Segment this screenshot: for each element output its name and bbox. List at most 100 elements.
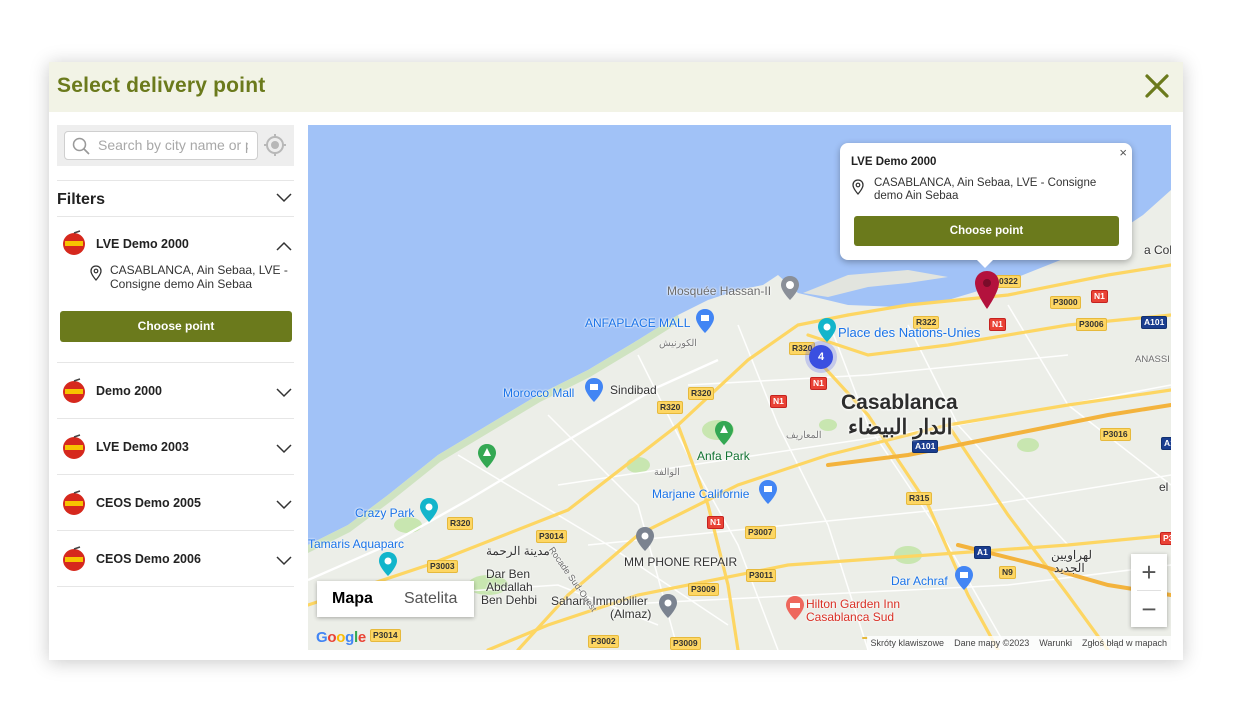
place-label: el bbox=[1159, 480, 1169, 494]
road-shield: A101 bbox=[1141, 316, 1168, 329]
point-address: CASABLANCA, Ain Sebaa, LVE - Consigne de… bbox=[110, 263, 288, 291]
place-label[interactable]: (Almaz) bbox=[610, 607, 651, 621]
point-item[interactable]: LVE Demo 2000 CASABLANCA, Ain Sebaa, LVE… bbox=[57, 217, 294, 363]
search-input[interactable] bbox=[98, 135, 248, 155]
place-marker-icon[interactable] bbox=[635, 527, 655, 551]
point-name: LVE Demo 2003 bbox=[96, 440, 189, 454]
place-label[interactable]: Hilton Garden Inn bbox=[806, 597, 900, 611]
place-label[interactable]: Morocco Mall bbox=[503, 386, 574, 400]
brand-logo-icon bbox=[63, 378, 85, 403]
chevron-up-icon[interactable] bbox=[276, 241, 292, 251]
keyboard-shortcuts-link[interactable]: Skróty klawiszowe bbox=[871, 636, 945, 650]
camera-marker-icon[interactable] bbox=[817, 318, 837, 342]
place-label[interactable]: Sindibad bbox=[610, 383, 657, 397]
place-label: Abdallah bbox=[486, 580, 533, 594]
point-item[interactable]: CEOS Demo 2005 bbox=[57, 475, 294, 531]
place-label[interactable]: Marjane Californie bbox=[652, 487, 749, 501]
point-item[interactable]: LVE Demo 2003 bbox=[57, 419, 294, 475]
sidebar: Filters LVE Demo 2000 CASABLANCA, Ain Se… bbox=[57, 125, 294, 660]
report-error-link[interactable]: Zgłoś błąd w mapach bbox=[1082, 636, 1167, 650]
city-label-arabic: الدار البيضاء bbox=[848, 416, 953, 439]
place-label[interactable]: Anfa Park bbox=[697, 449, 750, 463]
point-name: Demo 2000 bbox=[96, 384, 163, 398]
filters-toggle[interactable]: Filters bbox=[57, 180, 294, 217]
map-attribution: Skróty klawiszowe Dane mapy ©2023 Warunk… bbox=[866, 636, 1171, 650]
modal-title: Select delivery point bbox=[57, 74, 266, 97]
zoom-in-button[interactable]: + bbox=[1131, 554, 1167, 590]
road-shield: N1 bbox=[707, 516, 724, 529]
google-logo: Google bbox=[316, 629, 366, 646]
map-type-satellite-button[interactable]: Satelita bbox=[404, 581, 457, 617]
point-item[interactable]: CEOS Demo 2006 bbox=[57, 531, 294, 587]
amusement-marker-icon[interactable] bbox=[378, 552, 398, 576]
place-label[interactable]: Casablanca Sud bbox=[806, 610, 894, 624]
place-label: Ben Dehbi bbox=[481, 593, 538, 607]
chevron-down-icon bbox=[276, 444, 292, 454]
place-label-arabic: الوالفة bbox=[654, 467, 680, 478]
place-label[interactable]: Mosquée Hassan-II bbox=[667, 284, 771, 298]
zoom-out-button[interactable]: − bbox=[1131, 591, 1167, 627]
place-label[interactable]: MM PHONE REPAIR bbox=[624, 555, 737, 569]
shopping-marker-icon[interactable] bbox=[954, 566, 974, 590]
close-icon[interactable] bbox=[1143, 72, 1171, 100]
road-shield: N1 bbox=[989, 318, 1006, 331]
park-marker-icon[interactable] bbox=[477, 444, 497, 468]
road-shield: P3016 bbox=[1100, 428, 1131, 441]
shopping-marker-icon[interactable] bbox=[584, 378, 604, 402]
chevron-down-icon bbox=[276, 500, 292, 510]
place-label: Dar Ben bbox=[486, 567, 531, 581]
map-view[interactable]: 0322 P3000 R322 N1 N1 P3006 A101 R320 N1… bbox=[308, 125, 1171, 650]
popup-close-icon[interactable]: × bbox=[1119, 145, 1127, 160]
place-label[interactable]: Place des Nations-Unies bbox=[838, 325, 980, 340]
place-label-arabic: مدينة الرحمة bbox=[486, 544, 550, 558]
popup-address: CASABLANCA, Ain Sebaa, LVE - Consigne de… bbox=[874, 177, 1097, 202]
place-label[interactable]: Tamaris Aquaparc bbox=[308, 537, 404, 551]
place-label: ANASSI bbox=[1135, 354, 1170, 365]
city-label: Casablanca bbox=[841, 391, 958, 414]
place-label[interactable]: Saham Immobilier bbox=[551, 594, 648, 608]
search-bar bbox=[57, 125, 294, 166]
park-marker-icon[interactable] bbox=[714, 421, 734, 445]
amusement-marker-icon[interactable] bbox=[419, 498, 439, 522]
place-label-arabic: الكورنيش bbox=[659, 338, 697, 349]
cluster-count[interactable]: 4 bbox=[804, 351, 838, 363]
road-shield: A1 bbox=[974, 546, 991, 559]
brand-logo-icon bbox=[63, 230, 85, 255]
brand-logo-icon bbox=[63, 546, 85, 571]
chevron-down-icon bbox=[276, 556, 292, 566]
place-label[interactable]: ANFAPLACE MALL bbox=[585, 316, 690, 330]
shopping-marker-icon[interactable] bbox=[695, 309, 715, 333]
location-pin-icon bbox=[852, 179, 864, 195]
road-shield: A101 bbox=[912, 440, 939, 453]
choose-point-button[interactable]: Choose point bbox=[60, 311, 292, 342]
popup-choose-point-button[interactable]: Choose point bbox=[854, 216, 1119, 246]
road-shield: P3014 bbox=[536, 530, 567, 543]
place-label[interactable]: Crazy Park bbox=[355, 506, 414, 520]
zoom-control: + − bbox=[1131, 554, 1167, 627]
hotel-marker-icon[interactable] bbox=[785, 596, 805, 620]
place-label-arabic: لهراويين bbox=[1051, 548, 1093, 562]
mosque-marker-icon[interactable] bbox=[780, 276, 800, 300]
shopping-marker-icon[interactable] bbox=[758, 480, 778, 504]
map-type-map-button[interactable]: Mapa bbox=[332, 581, 373, 617]
place-marker-icon[interactable] bbox=[658, 594, 678, 618]
road-shield: P3009 bbox=[670, 637, 701, 650]
place-label[interactable]: Dar Achraf bbox=[891, 574, 948, 588]
chevron-down-icon bbox=[276, 388, 292, 398]
point-name: CEOS Demo 2006 bbox=[96, 552, 201, 566]
road-shield: N1 bbox=[1091, 290, 1108, 303]
locate-icon[interactable] bbox=[263, 133, 287, 157]
place-label-arabic: الجديد bbox=[1054, 561, 1085, 575]
delivery-point-modal: Select delivery point Filters bbox=[49, 62, 1183, 660]
place-label: a Colon bbox=[1144, 243, 1171, 257]
terms-link[interactable]: Warunki bbox=[1039, 636, 1072, 650]
point-item[interactable]: Demo 2000 bbox=[57, 363, 294, 419]
road-shield: R315 bbox=[906, 492, 933, 505]
road-shield: A1 bbox=[1161, 437, 1171, 450]
road-shield: P3011 bbox=[746, 569, 777, 582]
map-data-text: Dane mapy ©2023 bbox=[954, 638, 1030, 648]
modal-header: Select delivery point bbox=[49, 62, 1183, 112]
selected-point-marker-icon[interactable] bbox=[974, 271, 1000, 309]
filters-label: Filters bbox=[57, 191, 106, 208]
road-shield: R320 bbox=[688, 387, 715, 400]
